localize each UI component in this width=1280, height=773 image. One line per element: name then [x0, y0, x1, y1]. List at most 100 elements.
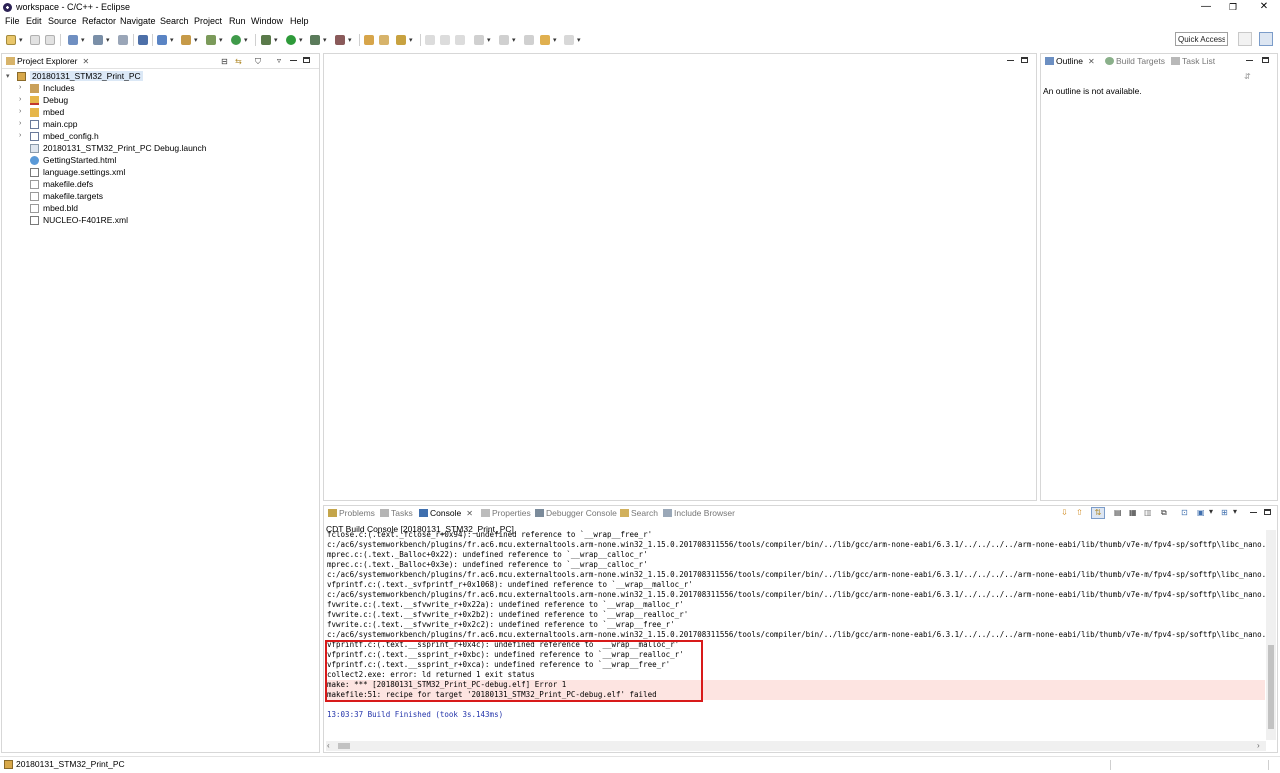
run-icon[interactable] — [286, 35, 296, 45]
chevron-down-icon[interactable]: ▾ — [244, 36, 248, 44]
chevron-down-icon[interactable]: ▾ — [19, 36, 23, 44]
maximize-view-icon[interactable] — [1262, 57, 1269, 63]
tab-problems[interactable]: Problems — [328, 508, 375, 518]
tree-item-mbed-bld[interactable]: mbed.bld — [19, 203, 299, 215]
clear-console-icon[interactable]: ▤ — [1114, 508, 1122, 517]
tree-item-main-cpp[interactable]: › main.cpp — [19, 119, 299, 131]
close-icon[interactable]: ✕ — [1088, 57, 1095, 66]
chevron-right-icon[interactable]: › — [19, 96, 21, 103]
editor-area[interactable] — [323, 53, 1037, 501]
chevron-down-icon[interactable]: ▾ — [1209, 507, 1213, 516]
filter-icon[interactable]: ⛉ — [255, 57, 261, 67]
outline-toolbar-icon[interactable]: ⇵ — [1244, 72, 1251, 81]
minimize-view-icon[interactable] — [1007, 60, 1014, 61]
next-error-icon[interactable]: ⇩ — [1061, 508, 1068, 517]
manage-config-icon[interactable] — [118, 35, 128, 45]
chevron-down-icon[interactable]: ▾ — [81, 36, 85, 44]
chevron-down-icon[interactable]: ▾ — [553, 36, 557, 44]
chevron-down-icon[interactable]: ▾ — [299, 36, 303, 44]
copy-console-icon[interactable]: ⧉ — [1161, 508, 1167, 518]
menu-source[interactable]: Source — [48, 16, 77, 26]
maximize-view-icon[interactable] — [303, 57, 310, 63]
minimize-view-icon[interactable] — [290, 60, 297, 61]
tab-search[interactable]: Search — [620, 508, 658, 518]
tree-item-nucleo-xml[interactable]: NUCLEO-F401RE.xml — [19, 215, 299, 227]
minimize-button[interactable]: — — [1192, 0, 1220, 15]
chevron-down-icon[interactable]: ▾ — [219, 36, 223, 44]
word-wrap-icon[interactable]: ▦ — [1129, 508, 1137, 517]
chevron-down-icon[interactable]: ▾ — [577, 36, 581, 44]
scroll-lock-icon[interactable]: ⇅ — [1091, 507, 1105, 519]
save-all-icon[interactable] — [45, 35, 55, 45]
forward-icon[interactable] — [564, 35, 574, 45]
pin-console-icon[interactable]: ▥ — [1144, 508, 1152, 517]
scrollbar-thumb[interactable] — [1268, 645, 1274, 729]
menu-help[interactable]: Help — [290, 16, 309, 26]
tree-item-launch[interactable]: 20180131_STM32_Print_PC Debug.launch — [19, 143, 309, 155]
link-editor-icon[interactable]: ⇆ — [235, 57, 242, 66]
new-console-icon[interactable]: ⊞ — [1221, 508, 1228, 517]
quick-access-field[interactable] — [1175, 32, 1228, 46]
maximize-view-icon[interactable] — [1264, 509, 1271, 515]
menu-refactor[interactable]: Refactor — [82, 16, 116, 26]
menu-edit[interactable]: Edit — [26, 16, 42, 26]
last-edit-icon[interactable] — [524, 35, 534, 45]
minimize-view-icon[interactable] — [1250, 512, 1257, 513]
tab-include-browser[interactable]: Include Browser — [663, 508, 735, 518]
chevron-down-icon[interactable]: ▾ — [106, 36, 110, 44]
scroll-left-icon[interactable]: ‹ — [327, 741, 330, 751]
toggle-block-icon[interactable] — [440, 35, 450, 45]
tab-properties[interactable]: Properties — [481, 508, 531, 518]
prev-annotation-icon[interactable] — [499, 35, 509, 45]
view-menu-icon[interactable]: ▿ — [277, 56, 281, 65]
chevron-down-icon[interactable]: ▾ — [194, 36, 198, 44]
tree-item-mbed[interactable]: › mbed — [19, 107, 299, 119]
back-icon[interactable] — [540, 35, 550, 45]
external-tools-icon[interactable] — [335, 35, 345, 45]
chevron-down-icon[interactable]: ▾ — [6, 72, 10, 80]
tab-tasks[interactable]: Tasks — [380, 508, 413, 518]
build-config-icon[interactable] — [68, 35, 78, 45]
restore-button[interactable]: ❐ — [1219, 0, 1247, 15]
open-perspective-button[interactable] — [1238, 32, 1252, 46]
tab-console[interactable]: Console ✕ — [419, 508, 473, 518]
minimize-view-icon[interactable] — [1246, 60, 1253, 61]
open-type-icon[interactable] — [364, 35, 374, 45]
chevron-down-icon[interactable]: ▾ — [348, 36, 352, 44]
scroll-right-icon[interactable]: › — [1257, 741, 1260, 751]
menu-file[interactable]: File — [5, 16, 20, 26]
chevron-right-icon[interactable]: › — [19, 132, 21, 139]
tab-outline[interactable]: Outline ✕ — [1045, 56, 1095, 66]
tab-debugger-console[interactable]: Debugger Console — [535, 508, 617, 518]
tree-item-makefile-targets[interactable]: makefile.targets — [19, 191, 299, 203]
chevron-down-icon[interactable]: ▾ — [409, 36, 413, 44]
cpp-perspective-button[interactable] — [1259, 32, 1273, 46]
refresh-icon[interactable] — [231, 35, 241, 45]
chevron-right-icon[interactable]: › — [19, 84, 21, 91]
open-folder-icon[interactable] — [379, 35, 389, 45]
menu-search[interactable]: Search — [160, 16, 189, 26]
maximize-view-icon[interactable] — [1021, 57, 1028, 63]
search-icon[interactable] — [396, 35, 406, 45]
new-file-icon[interactable] — [206, 35, 216, 45]
tree-item-getting-started[interactable]: GettingStarted.html — [19, 155, 299, 167]
coverage-icon[interactable] — [310, 35, 320, 45]
console-output[interactable]: fclose.c:(.text._fclose_r+0x94): undefin… — [326, 530, 1266, 735]
console-horizontal-scrollbar[interactable] — [326, 741, 1266, 751]
debug-icon[interactable] — [261, 35, 271, 45]
chevron-right-icon[interactable]: › — [19, 108, 21, 115]
build-icon[interactable] — [93, 35, 103, 45]
collapse-all-icon[interactable]: ⊟ — [221, 57, 228, 66]
chevron-down-icon[interactable]: ▾ — [512, 36, 516, 44]
chevron-down-icon[interactable]: ▾ — [323, 36, 327, 44]
menu-project[interactable]: Project — [194, 16, 222, 26]
menu-window[interactable]: Window — [251, 16, 283, 26]
tree-item-project[interactable]: ▾ 20180131_STM32_Print_PC — [6, 71, 306, 83]
close-icon[interactable]: ✕ — [82, 57, 89, 66]
tree-item-makefile-defs[interactable]: makefile.defs — [19, 179, 299, 191]
show-whitespace-icon[interactable] — [455, 35, 465, 45]
open-console-icon[interactable]: ⊡ — [1181, 508, 1188, 517]
chevron-down-icon[interactable]: ▾ — [1233, 507, 1237, 516]
display-console-icon[interactable]: ▣ — [1197, 508, 1205, 517]
menu-navigate[interactable]: Navigate — [120, 16, 156, 26]
